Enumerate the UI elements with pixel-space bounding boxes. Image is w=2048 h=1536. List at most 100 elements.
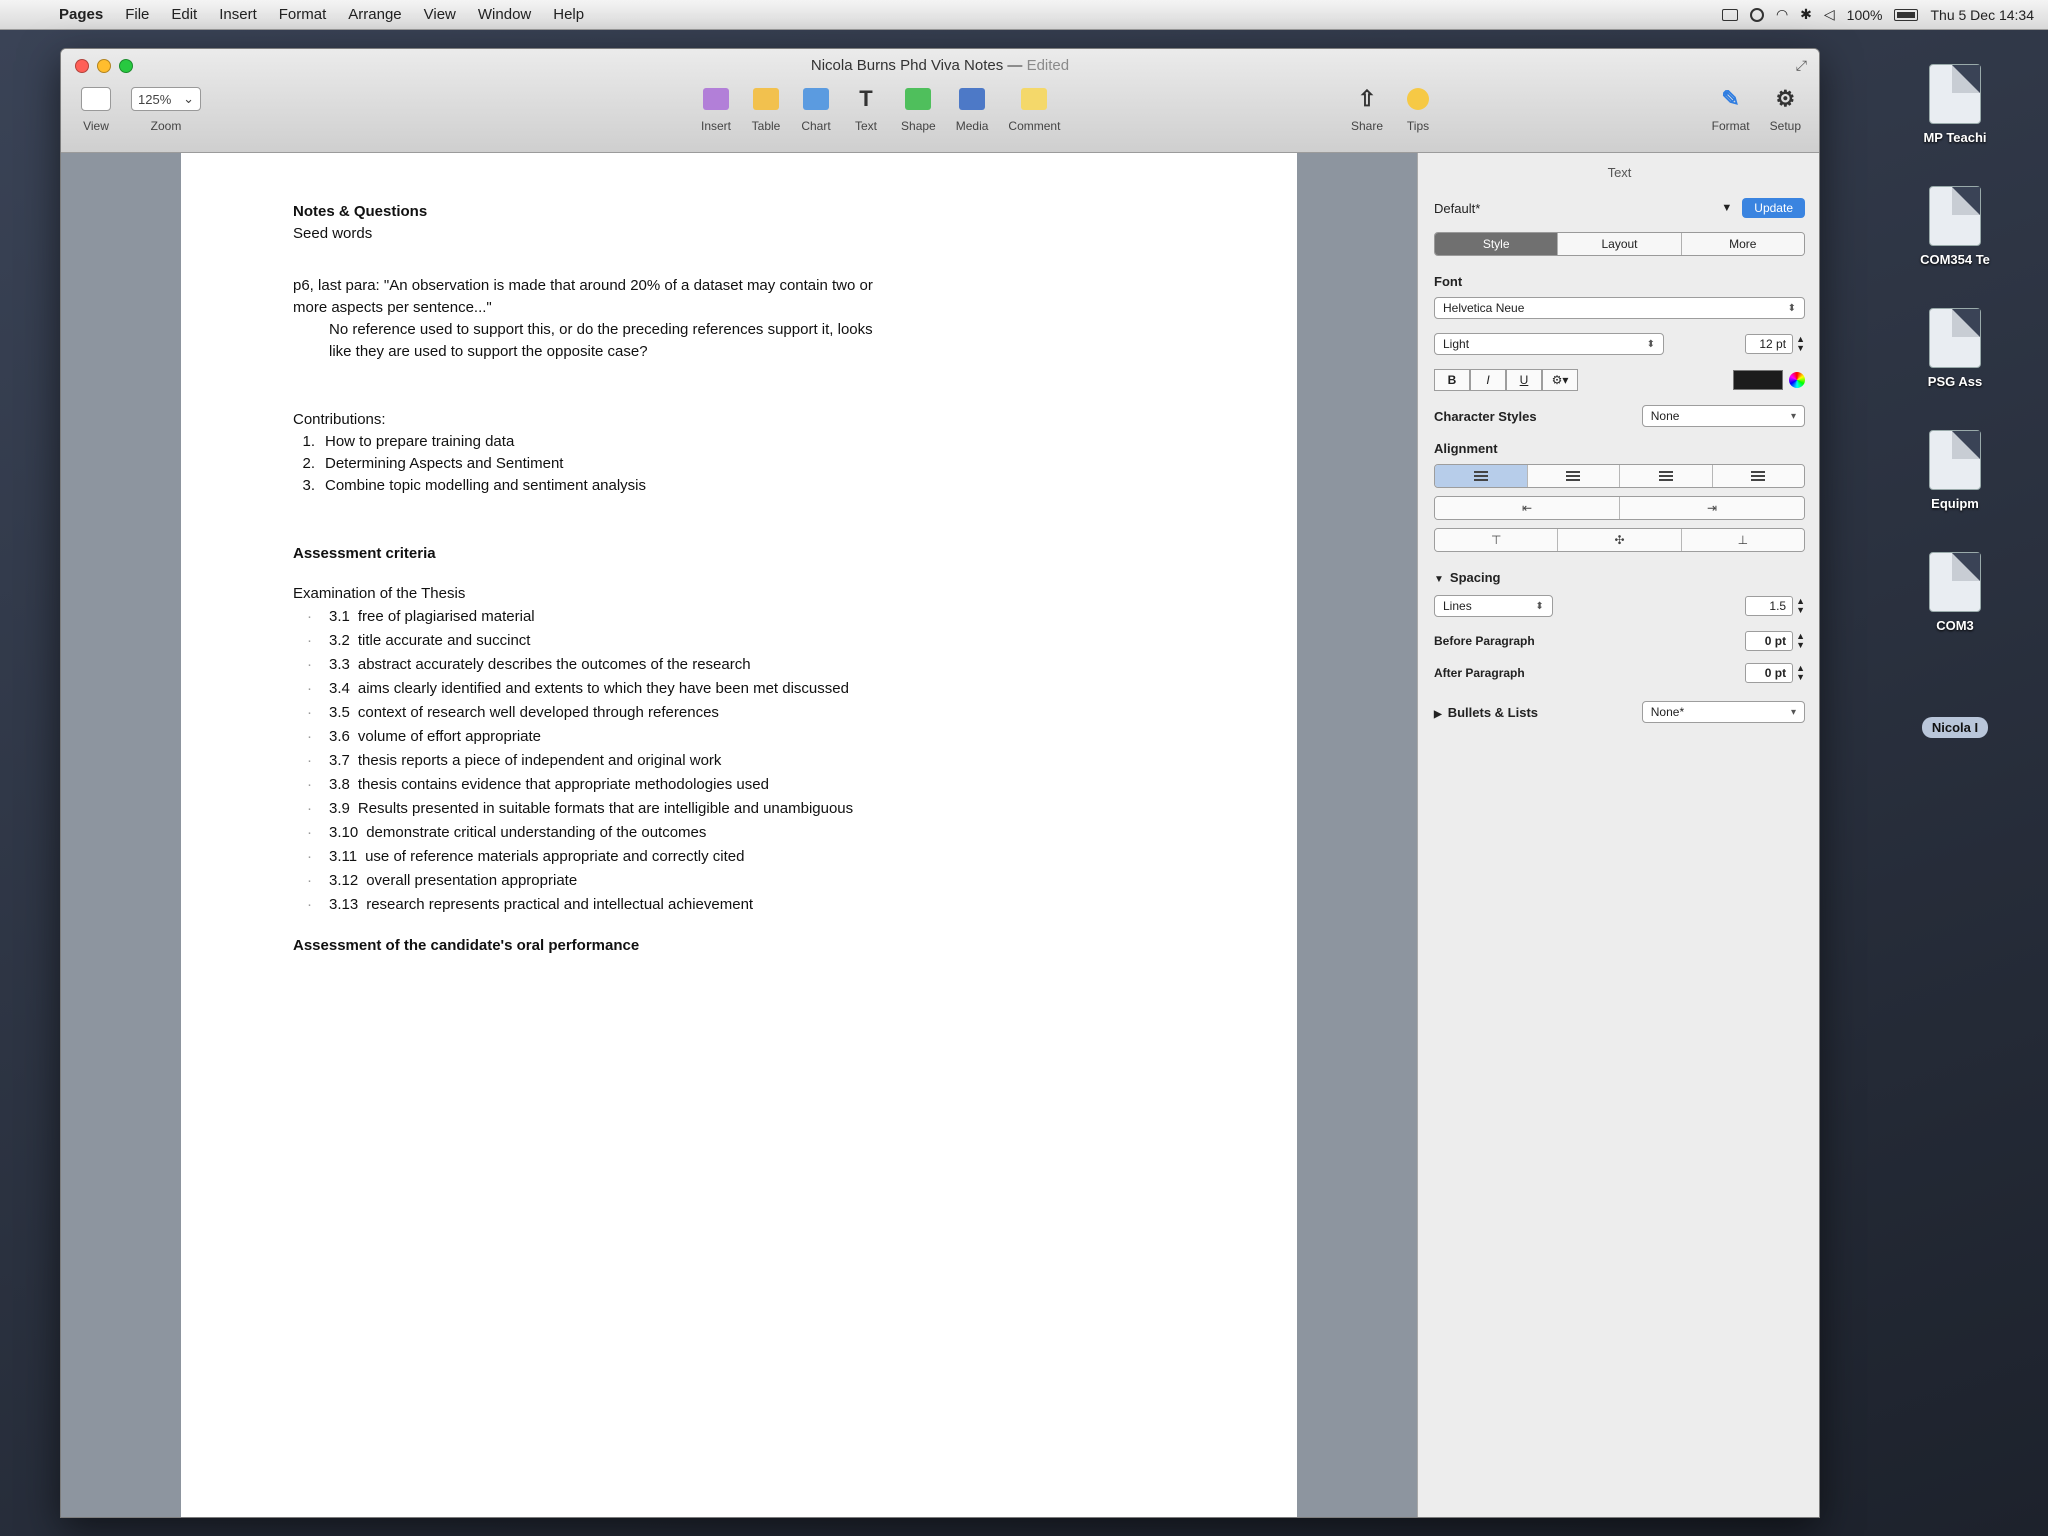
text-color-swatch[interactable]: [1733, 370, 1783, 390]
decrease-indent-icon[interactable]: ⇤: [1435, 497, 1620, 519]
toolbar-share: ⇧ Share Tips: [1341, 85, 1443, 133]
examination-heading: Examination of the Thesis: [293, 585, 466, 602]
volume-icon[interactable]: ◁: [1824, 6, 1835, 23]
text-options-gear-icon[interactable]: ⚙▾: [1542, 369, 1578, 391]
list-text: thesis reports a piece of independent an…: [357, 752, 722, 769]
share-button[interactable]: ⇧ Share: [1351, 85, 1383, 133]
bullets-lists-section[interactable]: ▶ Bullets & Lists: [1434, 705, 1538, 720]
before-paragraph-value[interactable]: 0 pt: [1745, 631, 1794, 651]
desktop-file-label: PSG Ass: [1927, 374, 1983, 389]
list-number: 3.3: [329, 656, 350, 673]
font-size-stepper[interactable]: 12 pt ▲ ▼: [1745, 334, 1805, 354]
zoom-popup[interactable]: 125% ⌄: [131, 87, 201, 111]
before-paragraph-stepper[interactable]: 0 pt ▲ ▼: [1745, 631, 1805, 651]
spacing-section[interactable]: ▼ Spacing: [1434, 570, 1805, 585]
desktop-file-label: MP Teachi: [1923, 130, 1987, 145]
bold-button[interactable]: B: [1434, 369, 1470, 391]
bluetooth-icon[interactable]: ✱: [1800, 6, 1812, 23]
tab-style[interactable]: Style: [1435, 233, 1559, 255]
stepper-arrows-icon[interactable]: ▲ ▼: [1796, 597, 1805, 615]
text-button[interactable]: T Text: [851, 85, 881, 133]
chart-button[interactable]: Chart: [801, 85, 831, 133]
underline-button[interactable]: U: [1506, 369, 1542, 391]
spacing-mode-select[interactable]: Lines ⬍: [1434, 595, 1553, 617]
desktop-file-5[interactable]: COM3: [1890, 552, 2020, 633]
menu-insert[interactable]: Insert: [208, 0, 268, 30]
character-style-select[interactable]: None ▾: [1641, 405, 1805, 427]
menu-window[interactable]: Window: [467, 0, 542, 30]
table-button[interactable]: Table: [751, 85, 781, 133]
wifi-icon[interactable]: ◠: [1776, 6, 1788, 23]
format-button[interactable]: ✎ Format: [1712, 85, 1750, 133]
align-middle-icon[interactable]: ✣: [1558, 529, 1682, 551]
insert-button[interactable]: Insert: [701, 85, 731, 133]
tips-button[interactable]: Tips: [1403, 85, 1433, 133]
update-button[interactable]: Update: [1742, 198, 1805, 218]
media-button[interactable]: Media: [956, 85, 988, 133]
fullscreen-icon[interactable]: ⤢: [1796, 57, 1807, 74]
setup-button[interactable]: ⚙ Setup: [1770, 85, 1801, 133]
contributions-heading: Contributions:: [293, 411, 386, 428]
edited-status: Edited: [1026, 57, 1070, 74]
increase-indent-icon[interactable]: ⇥: [1620, 497, 1804, 519]
desktop-file-4[interactable]: Equipm: [1890, 430, 2020, 511]
before-paragraph-label: Before Paragraph: [1434, 634, 1535, 648]
clock[interactable]: Thu 5 Dec 14:34: [1930, 7, 2034, 23]
menu-file[interactable]: File: [114, 0, 160, 30]
paragraph-style[interactable]: Default*: [1434, 201, 1721, 216]
desktop-file-label: COM354 Te: [1920, 252, 1990, 267]
chart-icon: [801, 85, 831, 113]
after-paragraph-stepper[interactable]: 0 pt ▲ ▼: [1745, 663, 1805, 683]
font-weight-select[interactable]: Light ⬍: [1434, 333, 1665, 355]
line-spacing-stepper[interactable]: 1.5 ▲ ▼: [1745, 596, 1805, 616]
align-left-icon[interactable]: [1435, 465, 1528, 487]
desktop-file-1[interactable]: MP Teachi: [1890, 64, 2020, 145]
line-spacing-value[interactable]: 1.5: [1745, 596, 1794, 616]
bullets-value: None*: [1650, 705, 1685, 719]
list-number: 3.7: [329, 752, 350, 769]
align-bottom-icon[interactable]: ⊥: [1681, 529, 1804, 551]
font-size-value[interactable]: 12 pt: [1745, 334, 1794, 354]
document-page[interactable]: Notes & Questions Seed words p6, last pa…: [181, 153, 1297, 1517]
zoom-button[interactable]: 125% ⌄ Zoom: [131, 85, 201, 133]
menu-app[interactable]: Pages: [48, 0, 114, 30]
color-wheel-icon[interactable]: [1789, 372, 1805, 388]
stepper-arrows-icon[interactable]: ▲ ▼: [1796, 632, 1805, 650]
comment-button[interactable]: Comment: [1008, 85, 1060, 133]
indent-buttons: ⇤ ⇥: [1434, 496, 1805, 520]
vertical-align-buttons: ⊤ ✣ ⊥: [1434, 528, 1805, 552]
italic-button[interactable]: I: [1470, 369, 1506, 391]
desktop-file-3[interactable]: PSG Ass: [1890, 308, 2020, 389]
align-justify-icon[interactable]: [1712, 465, 1804, 487]
list-text: Results presented in suitable formats th…: [357, 800, 854, 817]
align-right-icon[interactable]: [1620, 465, 1713, 487]
shape-button[interactable]: Shape: [901, 85, 936, 133]
desktop-file-2[interactable]: COM354 Te: [1890, 186, 2020, 267]
select-arrows-icon: ⬍: [1787, 302, 1796, 314]
tab-layout[interactable]: Layout: [1558, 233, 1682, 255]
menu-arrange[interactable]: Arrange: [337, 0, 412, 30]
menu-help[interactable]: Help: [542, 0, 595, 30]
battery-percent[interactable]: 100%: [1847, 7, 1883, 23]
time-machine-icon[interactable]: [1749, 7, 1764, 22]
align-top-icon[interactable]: ⊤: [1435, 529, 1559, 551]
tab-more[interactable]: More: [1681, 233, 1804, 255]
stepper-arrows-icon[interactable]: ▲ ▼: [1796, 335, 1805, 353]
user-tag[interactable]: Nicola I: [1890, 717, 2020, 738]
chevron-down-icon[interactable]: ▼: [1721, 202, 1732, 214]
stepper-arrows-icon[interactable]: ▲ ▼: [1796, 664, 1805, 682]
font-family-select[interactable]: Helvetica Neue ⬍: [1434, 297, 1805, 319]
media-icon: [957, 85, 987, 113]
menu-edit[interactable]: Edit: [160, 0, 208, 30]
bullets-select[interactable]: None* ▾: [1641, 701, 1805, 723]
align-center-icon[interactable]: [1527, 465, 1620, 487]
dropbox-icon[interactable]: [1721, 8, 1738, 21]
view-button[interactable]: View: [81, 85, 111, 133]
after-paragraph-value[interactable]: 0 pt: [1745, 663, 1794, 683]
list-text: abstract accurately describes the outcom…: [357, 656, 751, 673]
format-label: Format: [1711, 119, 1750, 133]
menu-format[interactable]: Format: [268, 0, 338, 30]
list-item: 3.12 overall presentation appropriate: [293, 869, 1197, 893]
menu-view[interactable]: View: [413, 0, 467, 30]
battery-icon[interactable]: [1894, 8, 1919, 21]
